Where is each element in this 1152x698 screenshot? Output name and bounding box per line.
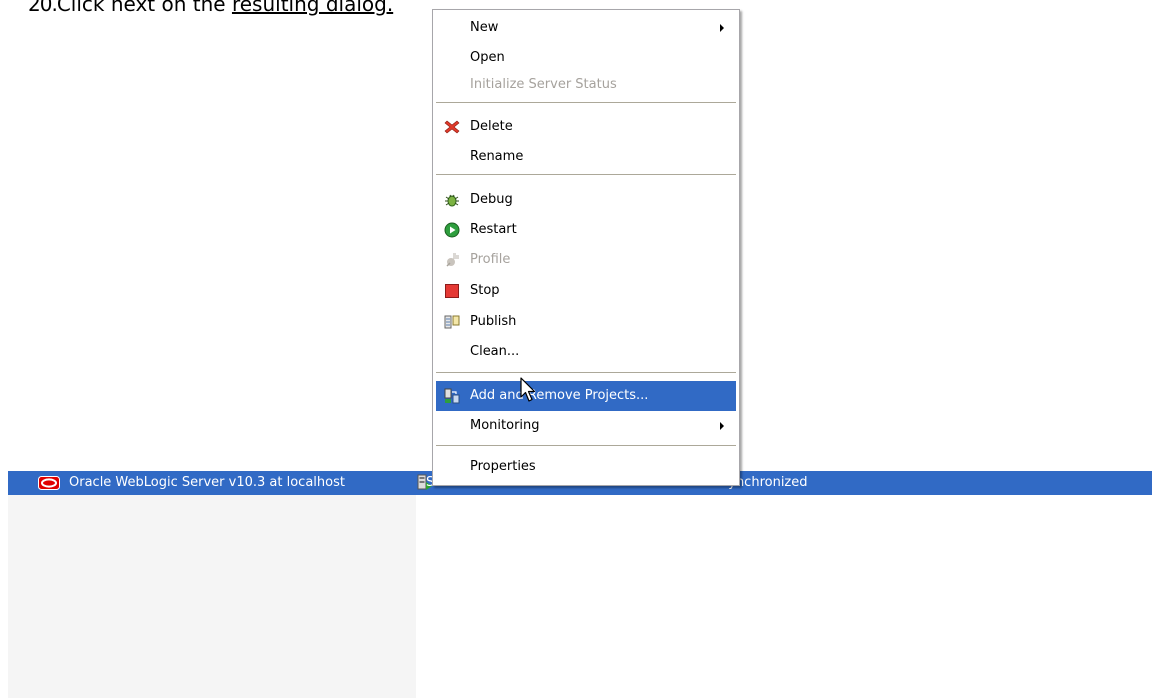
menu-item-label: Restart <box>470 222 517 237</box>
instruction-number: 20. <box>28 0 58 16</box>
menu-item-label: Debug <box>470 192 513 207</box>
menu-separator <box>436 445 736 447</box>
server-name: Oracle WebLogic Server v10.3 at localhos… <box>69 475 345 490</box>
menu-item-label: Publish <box>470 314 517 329</box>
delete-icon <box>444 120 460 134</box>
menu-item-label: Add and Remove Projects... <box>470 388 649 403</box>
menu-separator <box>436 102 736 104</box>
restart-icon <box>444 222 460 238</box>
menu-item-publish[interactable]: Publish <box>436 307 736 337</box>
menu-item-restart[interactable]: Restart <box>436 215 736 245</box>
menu-item-label: Open <box>470 50 505 65</box>
menu-item-stop[interactable]: Stop <box>436 276 736 306</box>
menu-item-profile[interactable]: Profile <box>436 245 736 275</box>
menu-item-label: Stop <box>470 283 500 298</box>
menu-item-label: Monitoring <box>470 418 540 433</box>
menu-item-label: Delete <box>470 119 513 134</box>
menu-item-label: Profile <box>470 252 511 267</box>
menu-item-label: New <box>470 20 499 35</box>
menu-item-clean[interactable]: Clean... <box>436 337 736 367</box>
menu-item-label: Properties <box>470 459 536 474</box>
menu-item-open[interactable]: Open <box>436 43 736 73</box>
menu-item-new[interactable]: New <box>436 13 736 43</box>
menu-item-label: Clean... <box>470 344 520 359</box>
menu-item-properties[interactable]: Properties <box>436 452 736 482</box>
publish-icon <box>444 315 460 329</box>
profile-icon <box>446 253 459 267</box>
menu-item-debug[interactable]: Debug <box>436 185 736 215</box>
add-remove-projects-icon <box>444 388 460 404</box>
menu-separator <box>436 174 736 176</box>
menu-item-delete[interactable]: Delete <box>436 112 736 142</box>
stop-icon <box>445 284 459 298</box>
menu-separator <box>436 372 736 374</box>
menu-item-rename[interactable]: Rename <box>436 142 736 172</box>
menu-item-initialize-server-status[interactable]: Initialize Server Status <box>436 70 736 100</box>
mouse-cursor-icon <box>520 377 536 402</box>
instruction-text: 20.Click next on the resulting dialog. <box>28 0 393 16</box>
instruction-underlined: resulting dialog. <box>231 0 394 16</box>
menu-item-label: Initialize Server Status <box>470 77 617 92</box>
instruction-plain: Click next on the <box>56 0 232 16</box>
menu-item-label: Rename <box>470 149 524 164</box>
menu-item-monitoring[interactable]: Monitoring <box>436 411 736 441</box>
menu-item-add-and-remove-projects[interactable]: Add and Remove Projects... <box>436 381 736 411</box>
submenu-arrow-icon <box>720 422 724 430</box>
servers-left-pane <box>8 495 416 698</box>
server-context-menu: New Open Initialize Server Status Delete… <box>432 9 740 486</box>
debug-icon <box>445 194 459 207</box>
submenu-arrow-icon <box>720 24 724 32</box>
